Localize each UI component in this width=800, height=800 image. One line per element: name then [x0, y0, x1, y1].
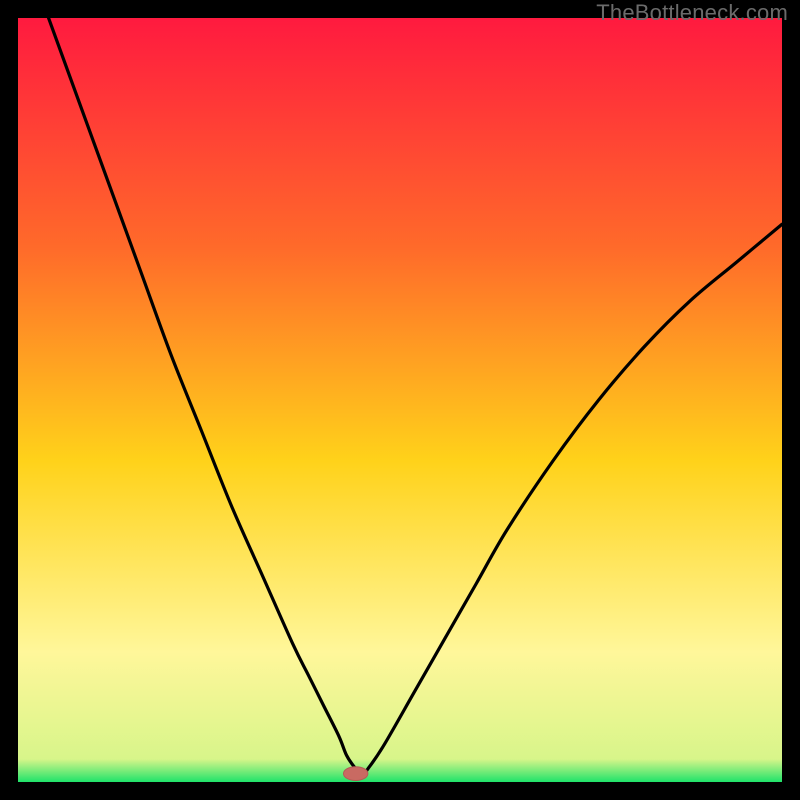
watermark-text: TheBottleneck.com — [596, 0, 788, 26]
gradient-background — [18, 18, 782, 782]
optimal-marker — [343, 767, 367, 781]
bottleneck-plot — [18, 18, 782, 782]
chart-frame — [18, 18, 782, 782]
